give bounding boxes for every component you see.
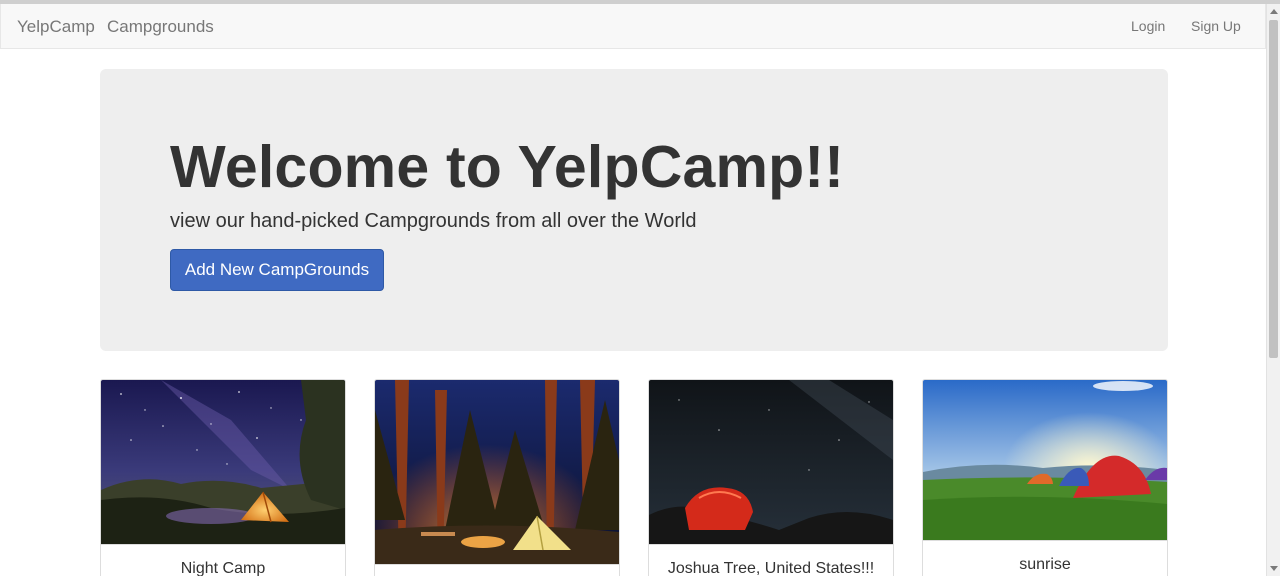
scroll-up-arrow-icon[interactable] xyxy=(1270,9,1278,14)
campground-thumbnail-sunrise[interactable] xyxy=(923,380,1167,540)
campground-card[interactable] xyxy=(374,379,620,576)
card-divider xyxy=(101,544,345,545)
add-campground-button[interactable]: Add New CampGrounds xyxy=(170,249,384,291)
campground-thumbnail-night-camp[interactable] xyxy=(101,380,345,544)
campground-name: Night Camp xyxy=(180,560,266,576)
card-divider xyxy=(375,564,619,565)
card-divider xyxy=(923,540,1167,541)
vertical-scrollbar[interactable] xyxy=(1266,4,1280,576)
navbar: YelpCamp Campgrounds Login Sign Up xyxy=(0,4,1266,49)
brand-link[interactable]: YelpCamp xyxy=(17,17,95,37)
campground-card[interactable]: sunrise xyxy=(922,379,1168,576)
card-divider xyxy=(649,544,893,545)
nav-link-login[interactable]: Login xyxy=(1131,18,1165,34)
campground-card[interactable]: Joshua Tree, United States!!! xyxy=(648,379,894,576)
campground-card[interactable]: Night Camp xyxy=(100,379,346,576)
campground-name: sunrise xyxy=(1019,556,1071,573)
nav-link-campgrounds[interactable]: Campgrounds xyxy=(107,17,214,37)
campground-name: Joshua Tree, United States!!! xyxy=(667,560,875,576)
jumbotron: Welcome to YelpCamp!! view our hand-pick… xyxy=(100,69,1168,351)
campground-thumbnail-forest-camp[interactable] xyxy=(375,380,619,564)
scroll-thumb[interactable] xyxy=(1269,20,1278,358)
page-title: Welcome to YelpCamp!! xyxy=(170,134,845,200)
nav-link-signup[interactable]: Sign Up xyxy=(1191,18,1241,34)
page-subtitle: view our hand-picked Campgrounds from al… xyxy=(170,210,697,232)
campground-thumbnail-joshua-tree[interactable] xyxy=(649,380,893,544)
scroll-down-arrow-icon[interactable] xyxy=(1270,566,1278,571)
